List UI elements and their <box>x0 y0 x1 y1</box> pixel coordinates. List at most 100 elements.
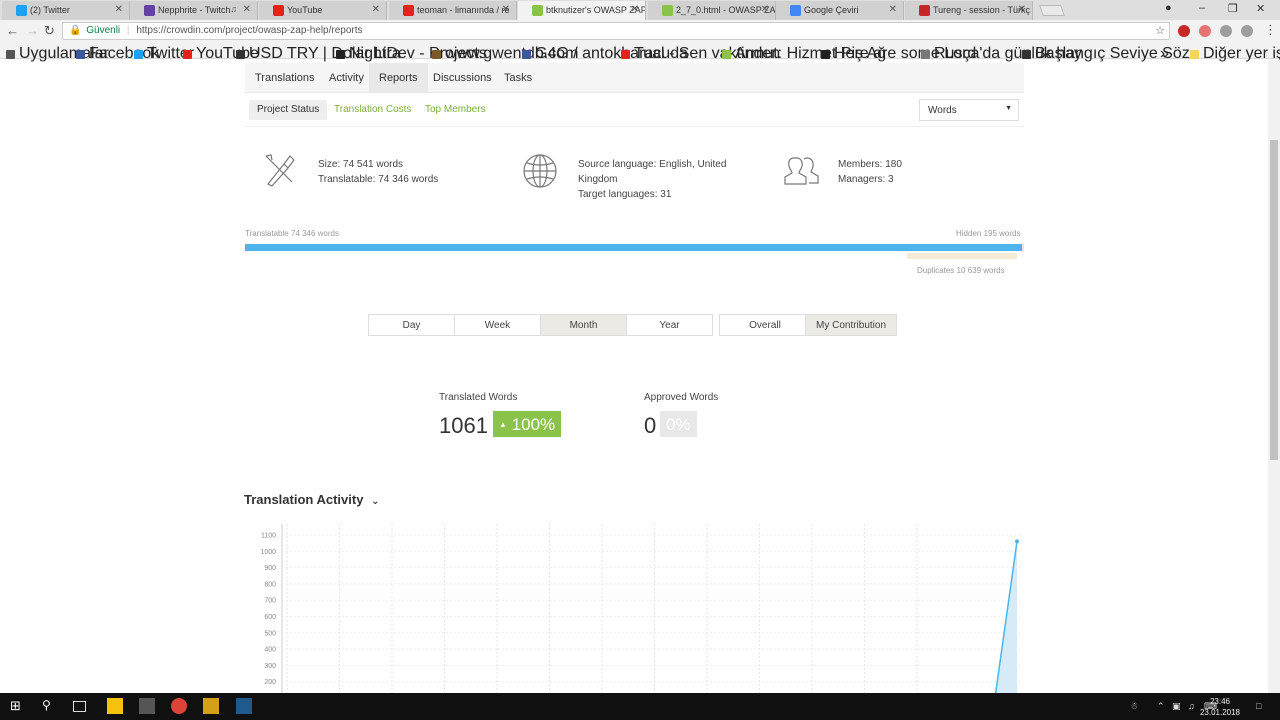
units-select[interactable]: Words ▼ <box>919 99 1019 121</box>
bookmark-icon <box>1022 50 1031 59</box>
menu-icon[interactable]: ⋮ <box>1264 22 1277 38</box>
folder-icon <box>1190 50 1199 59</box>
bookmark-icon <box>722 50 731 59</box>
close-icon[interactable]: ✕ <box>115 4 123 15</box>
scope-overall-button[interactable]: Overall <box>719 314 811 336</box>
new-tab-button[interactable] <box>1038 5 1066 16</box>
volume-icon[interactable]: ♫ <box>1188 701 1195 711</box>
progress-bar <box>245 244 1024 251</box>
audio-icon[interactable]: ♫ <box>230 4 237 14</box>
people-icon[interactable]: ☃ <box>1130 701 1138 712</box>
members-info: Members: 180 Managers: 3 <box>838 157 902 187</box>
extension-icon[interactable] <box>1241 25 1253 37</box>
browser-tab[interactable]: btknutizer's OWASP ZAP ✕ <box>518 1 646 20</box>
chevron-up-icon[interactable]: ⌃ <box>1157 701 1165 712</box>
close-icon[interactable]: ✕ <box>889 4 897 15</box>
size-info: Size: 74 541 words Translatable: 74 346 … <box>318 157 438 187</box>
other-bookmarks[interactable]: Diğer yer işaretleri <box>1190 45 1280 63</box>
address-bar[interactable]: 🔒 Güvenli | https://crowdin.com/project/… <box>62 22 1170 40</box>
close-icon[interactable]: ✕ <box>761 4 769 15</box>
translated-words-value: 1061 <box>439 413 488 438</box>
translation-activity-title[interactable]: Translation Activity ⌄ <box>244 492 379 507</box>
approved-words-label: Approved Words <box>644 392 719 403</box>
tab-title: (2) Twitter <box>30 5 70 15</box>
profile-icon[interactable]: ● <box>1165 2 1172 14</box>
source-language: Source language: English, United <box>578 159 727 170</box>
members-count: Members: 180 <box>838 159 902 170</box>
favicon-icon <box>662 5 673 16</box>
y-tick-label: 900 <box>264 565 276 572</box>
close-icon[interactable]: ✕ <box>243 4 251 15</box>
star-icon[interactable]: ☆ <box>1155 24 1165 37</box>
minimize-button[interactable]: – <box>1199 2 1205 14</box>
clock[interactable]: 23:46 23.01.2018 <box>1200 696 1240 718</box>
translated-percent-badge: ▲ 100% <box>493 411 562 437</box>
nav-tab-activity[interactable]: Activity <box>319 63 374 93</box>
close-window-button[interactable]: ✕ <box>1256 2 1265 15</box>
extension-icon[interactable] <box>1178 25 1190 37</box>
y-tick-label: 1000 <box>260 549 276 556</box>
series-area <box>995 541 1017 693</box>
favicon-icon <box>144 5 155 16</box>
clock-date: 23.01.2018 <box>1199 708 1240 717</box>
period-week-button[interactable]: Week <box>454 314 541 336</box>
browser-tab[interactable]: Nepphrite - Twitch ♫ ✕ <box>130 1 258 20</box>
app-icon[interactable] <box>236 698 252 714</box>
favicon-icon <box>16 5 27 16</box>
back-icon[interactable]: ← <box>6 23 19 38</box>
scrollbar-thumb[interactable] <box>1270 140 1278 460</box>
sub-tab-translation-costs[interactable]: Translation Costs <box>326 100 419 120</box>
browser-tab[interactable]: 2_7_0.html - OWASP ZA ✕ <box>648 1 776 20</box>
y-tick-label: 800 <box>264 581 276 588</box>
close-icon[interactable]: ✕ <box>502 4 510 15</box>
task-view-icon[interactable] <box>73 701 86 712</box>
clock-time: 23:46 <box>1209 697 1230 706</box>
chrome-icon[interactable] <box>171 698 187 714</box>
scope-my-contribution-button[interactable]: My Contribution <box>805 314 897 336</box>
browser-tab[interactable]: Google Çeviri ✕ <box>776 1 904 20</box>
search-icon[interactable]: ⚲ <box>42 698 58 714</box>
size-line: Size: 74 541 words <box>318 159 404 170</box>
network-icon[interactable]: ▣ <box>1172 701 1181 712</box>
browser-tab[interactable]: (2) Twitter ✕ <box>2 1 130 20</box>
tab-title: Nepphrite - Twitch <box>158 5 231 15</box>
browser-tab[interactable]: teoman - limanında / re ✕ <box>389 1 517 20</box>
windows-start-icon[interactable]: ⊞ <box>10 698 26 714</box>
nav-tab-tasks[interactable]: Tasks <box>494 63 542 93</box>
period-day-button[interactable]: Day <box>368 314 455 336</box>
maximize-button[interactable]: ❐ <box>1228 2 1238 15</box>
notifications-icon[interactable]: □ <box>1256 701 1261 711</box>
forward-icon[interactable]: → <box>26 23 39 38</box>
translatable-label: Translatable 74 346 words <box>245 229 339 238</box>
nav-tab-reports[interactable]: Reports <box>369 63 428 93</box>
duplicates-bar <box>907 253 1017 259</box>
chart-title-text: Translation Activity <box>244 492 364 507</box>
nav-tab-translations[interactable]: Translations <box>245 63 325 93</box>
close-icon[interactable]: ✕ <box>372 4 380 15</box>
store-icon[interactable] <box>139 698 155 714</box>
extension-icon[interactable] <box>1220 25 1232 37</box>
lock-icon: 🔒 <box>69 25 82 36</box>
browser-tab[interactable]: Tureng - session - Türkç ✕ <box>905 1 1033 20</box>
bookmark-icon <box>236 50 245 59</box>
file-explorer-icon[interactable] <box>107 698 123 714</box>
extension-icon[interactable] <box>1199 25 1211 37</box>
close-icon[interactable]: ✕ <box>1018 4 1026 15</box>
nav-tab-discussions[interactable]: Discussions <box>423 63 502 93</box>
period-month-button[interactable]: Month <box>540 314 627 336</box>
browser-tab[interactable]: YouTube ✕ <box>259 1 387 20</box>
app-icon[interactable] <box>203 698 219 714</box>
sub-tab-top-members[interactable]: Top Members <box>417 100 494 120</box>
hidden-label: Hidden 195 words <box>956 229 1021 238</box>
y-tick-label: 1100 <box>261 533 276 540</box>
period-year-button[interactable]: Year <box>626 314 713 336</box>
more-bookmarks-icon[interactable]: » <box>1160 45 1169 63</box>
bookmark-icon <box>921 50 930 59</box>
members-icon <box>784 157 819 185</box>
reports-subnav: Project Status Translation Costs Top Membe… <box>245 97 1024 127</box>
bookmark-icon <box>6 50 15 59</box>
close-icon[interactable]: ✕ <box>631 4 639 15</box>
favicon-icon <box>403 5 414 16</box>
sub-tab-project-status[interactable]: Project Status <box>249 100 328 120</box>
reload-icon[interactable]: ↻ <box>44 23 55 39</box>
